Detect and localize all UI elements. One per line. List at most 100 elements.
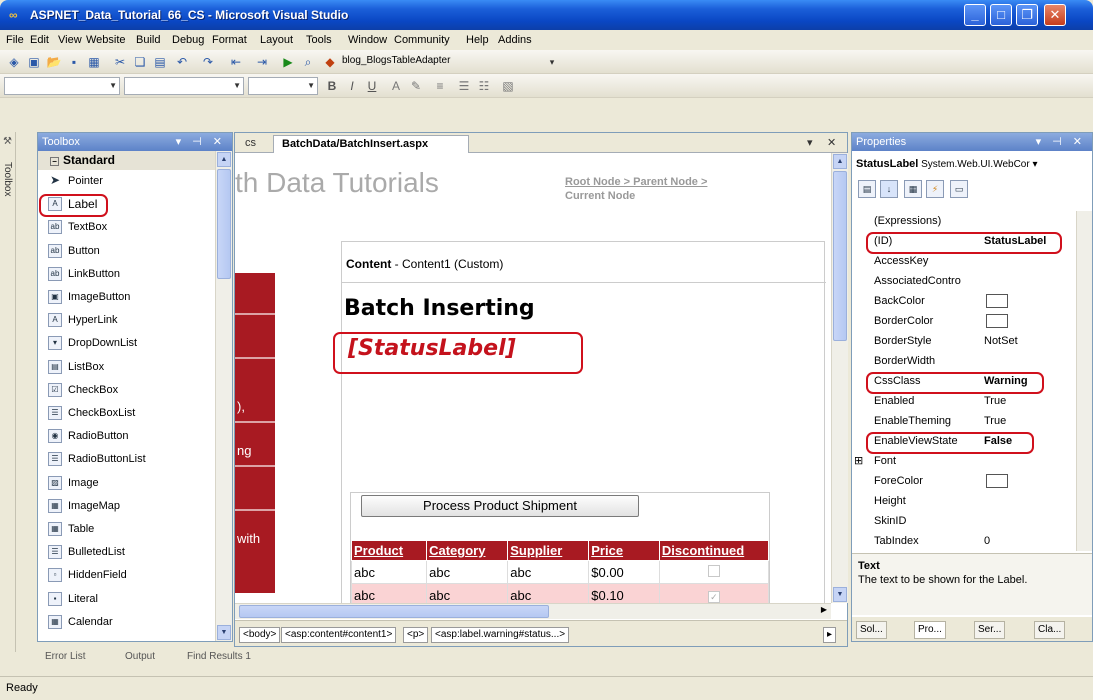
property-row[interactable]: BackColor: [864, 291, 1074, 311]
property-row[interactable]: SkinID: [864, 511, 1074, 531]
tag-path-item[interactable]: <asp:label.warning#status...>: [431, 627, 570, 643]
property-row[interactable]: Enabled True: [864, 391, 1074, 411]
navigate-forward-icon[interactable]: ⇥: [254, 54, 270, 70]
toolbar-options-icon[interactable]: ▾: [544, 54, 560, 70]
scroll-down-icon[interactable]: ▼: [833, 587, 847, 602]
style-icon[interactable]: ▧: [500, 78, 516, 94]
tag-path-item[interactable]: <asp:content#content1>: [281, 627, 397, 643]
toolbox-item-textbox[interactable]: ab TextBox: [40, 217, 212, 238]
property-row[interactable]: BorderColor: [864, 311, 1074, 331]
properties-scrollbar[interactable]: [1076, 211, 1092, 551]
toolbox-item-bulletedlist[interactable]: ☰ BulletedList: [40, 542, 212, 563]
nav-fragment[interactable]: ),: [237, 399, 245, 414]
forecolor-icon[interactable]: A: [388, 78, 404, 94]
properties-icon[interactable]: ▦: [904, 180, 922, 198]
menu-tools[interactable]: Tools: [306, 34, 332, 46]
menu-community[interactable]: Community: [394, 34, 450, 46]
nav-fragment[interactable]: with: [237, 531, 260, 546]
breadcrumb[interactable]: Root Node > Parent Node > Current Node: [565, 175, 707, 203]
highlight-icon[interactable]: ✎: [408, 78, 424, 94]
collapse-icon[interactable]: −: [50, 157, 59, 166]
color-swatch[interactable]: [986, 314, 1008, 328]
alphabetical-icon[interactable]: ↓: [880, 180, 898, 198]
nav-fragment[interactable]: ng: [237, 443, 251, 458]
breadcrumb-line1[interactable]: Root Node > Parent Node >: [565, 176, 707, 188]
toolbox-item-calendar[interactable]: ▦ Calendar: [40, 612, 212, 633]
tab-code-behind[interactable]: cs: [237, 135, 273, 153]
tag-path-item[interactable]: <p>: [403, 627, 429, 643]
toolbox-item-linkbutton[interactable]: ab LinkButton: [40, 264, 212, 285]
panel-tab[interactable]: Sol...: [856, 621, 887, 639]
navigate-back-icon[interactable]: ⇤: [228, 54, 244, 70]
menu-file[interactable]: File: [6, 34, 24, 46]
scroll-right-icon[interactable]: ▶: [821, 605, 827, 614]
color-swatch[interactable]: [986, 294, 1008, 308]
panel-controls[interactable]: ▾ ⊣ ✕: [1036, 133, 1086, 151]
property-value[interactable]: True: [984, 391, 1006, 411]
toolbox-item-imagebutton[interactable]: ▣ ImageButton: [40, 287, 212, 308]
underline-icon[interactable]: U: [364, 78, 380, 94]
events-icon[interactable]: ⚡: [926, 180, 944, 198]
menu-debug[interactable]: Debug: [172, 34, 204, 46]
scroll-up-icon[interactable]: ▲: [833, 154, 847, 169]
panel-tab[interactable]: Pro...: [914, 621, 946, 639]
panel-controls[interactable]: ▾ ⊣ ✕: [176, 133, 226, 151]
object-selector[interactable]: StatusLabel System.Web.UI.WebCor ▾: [856, 155, 1092, 173]
products-grid[interactable]: Product Category Supplier Price Discontinued…: [350, 540, 770, 603]
block-format-combo[interactable]: ▼: [4, 77, 120, 95]
scroll-thumb[interactable]: [217, 169, 231, 279]
grid-header-product[interactable]: Product: [350, 540, 428, 561]
toolbox-item-radiobuttonlist[interactable]: ☰ RadioButtonList: [40, 449, 212, 470]
property-row[interactable]: TabIndex 0: [864, 531, 1074, 551]
scroll-down-icon[interactable]: ▼: [217, 625, 231, 640]
toolbox-item-table[interactable]: ▦ Table: [40, 519, 212, 540]
toolbox-item-checkboxlist[interactable]: ☰ CheckBoxList: [40, 403, 212, 424]
property-row[interactable]: ForeColor: [864, 471, 1074, 491]
property-pages-icon[interactable]: ▭: [950, 180, 968, 198]
categorized-icon[interactable]: ▤: [858, 180, 876, 198]
toolbox-side-tab[interactable]: Toolbox: [2, 162, 13, 196]
toolbox-item-button[interactable]: ab Button: [40, 241, 212, 262]
property-value[interactable]: NotSet: [984, 331, 1018, 351]
cut-icon[interactable]: ✂: [112, 54, 128, 70]
menu-view[interactable]: View: [58, 34, 82, 46]
document-vertical-scrollbar[interactable]: ▲ ▼: [831, 153, 848, 603]
toolbox-item-hiddenfield[interactable]: ▫ HiddenField: [40, 565, 212, 586]
maximize-button[interactable]: □: [990, 4, 1012, 26]
tab-dropdown-icon[interactable]: ▾: [807, 136, 813, 149]
scroll-up-icon[interactable]: ▲: [217, 152, 231, 167]
content-placeholder[interactable]: Content - Content1 (Custom) Batch Insert…: [341, 241, 826, 603]
process-shipment-button[interactable]: Process Product Shipment: [361, 495, 639, 517]
grid-header-price[interactable]: Price: [588, 540, 660, 561]
property-row[interactable]: (Expressions): [864, 211, 1074, 231]
property-row[interactable]: Height: [864, 491, 1074, 511]
property-value[interactable]: True: [984, 411, 1006, 431]
redo-icon[interactable]: ↷: [200, 54, 216, 70]
justify-icon[interactable]: ≡: [432, 78, 448, 94]
start-debug-icon[interactable]: ▶: [280, 54, 296, 70]
property-row[interactable]: AccessKey: [864, 251, 1074, 271]
tag-path-item[interactable]: <body>: [239, 627, 281, 643]
server-explorer-icon[interactable]: ⚒: [3, 136, 12, 147]
menu-edit[interactable]: Edit: [30, 34, 49, 46]
find-icon[interactable]: ⌕: [300, 54, 316, 70]
toolbox-item-listbox[interactable]: ▤ ListBox: [40, 357, 212, 378]
toolbox-section-standard[interactable]: − Standard: [38, 151, 216, 170]
output-tab-find-results-1[interactable]: Find Results 1: [187, 651, 251, 662]
scroll-thumb[interactable]: [833, 171, 847, 341]
output-tab-output[interactable]: Output: [125, 651, 155, 662]
output-tab-error-list[interactable]: Error List: [45, 651, 86, 662]
toolbox-scrollbar[interactable]: ▲ ▼: [215, 151, 232, 641]
restore-button[interactable]: ❐: [1016, 4, 1038, 26]
adapter-label[interactable]: blog_BlogsTableAdapter: [342, 55, 450, 66]
scroll-thumb[interactable]: [239, 605, 549, 618]
undo-icon[interactable]: ↶: [174, 54, 190, 70]
color-swatch[interactable]: [986, 474, 1008, 488]
toolbox-item-dropdownlist[interactable]: ▾ DropDownList: [40, 333, 212, 354]
tab-batch-insert[interactable]: BatchData/BatchInsert.aspx: [273, 135, 469, 153]
menu-format[interactable]: Format: [212, 34, 247, 46]
property-value[interactable]: 0: [984, 531, 990, 551]
expand-icon[interactable]: ⊞: [854, 451, 863, 471]
property-row[interactable]: ⊞ Font: [854, 451, 1074, 471]
grid-header-discontinued[interactable]: Discontinued: [658, 540, 770, 561]
